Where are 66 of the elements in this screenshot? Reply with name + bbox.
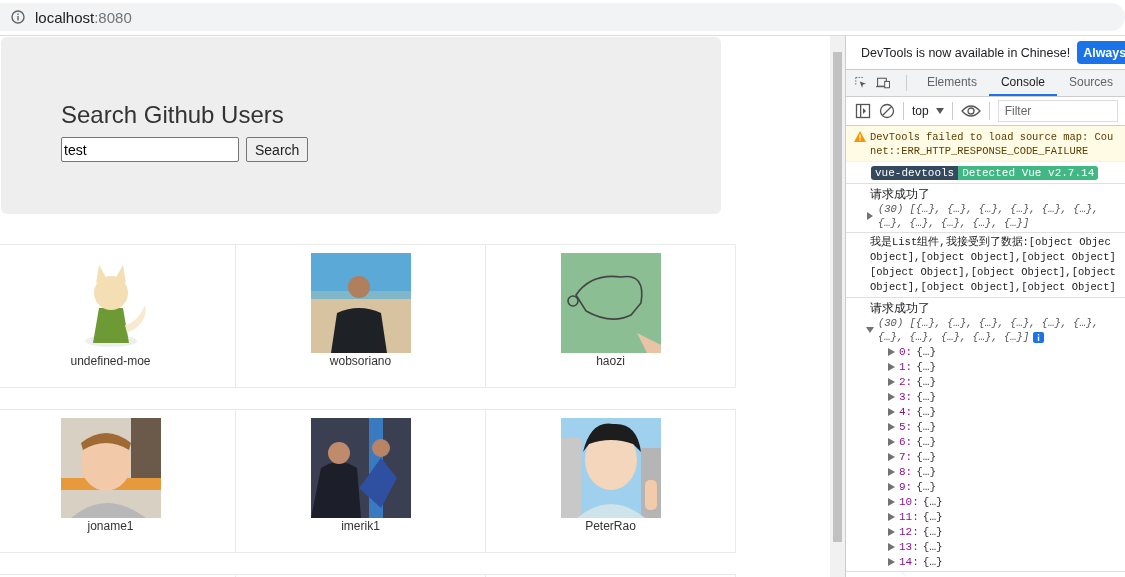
entry-value: {…}: [916, 450, 936, 463]
log-message: 请求成功了: [870, 186, 931, 202]
scrollbar-thumb[interactable]: [833, 52, 842, 542]
log-message: 请求成功了: [870, 300, 931, 316]
entry-value: {…}: [916, 435, 936, 448]
search-field[interactable]: test: [61, 137, 239, 162]
device-icon[interactable]: [875, 75, 890, 91]
entry-key: 7:: [899, 450, 913, 463]
devtools-tab[interactable]: Sources: [1056, 70, 1125, 96]
always-button[interactable]: Always: [1077, 41, 1125, 64]
entry-value: {…}: [916, 480, 936, 493]
caret-icon: [935, 108, 944, 114]
entry-value: {…}: [922, 540, 943, 553]
expand-arrow-icon[interactable]: [866, 326, 874, 334]
page-title: Search Github Users: [61, 101, 285, 129]
entry-key: 4:: [899, 405, 913, 418]
sidebar-icon[interactable]: [855, 103, 871, 119]
entry-key: 2:: [899, 375, 913, 388]
warning-icon: [854, 131, 866, 142]
entry-key: 10:: [899, 495, 919, 508]
console-badge: Detected Vue v2.7.14: [958, 166, 1099, 180]
entry-value: {…}: [922, 510, 943, 523]
entry-key: 14:: [899, 555, 919, 568]
devtools-tab[interactable]: Elements: [914, 70, 989, 96]
console-badge: vue-devtools: [871, 166, 959, 180]
user-login[interactable]: PeterRao: [585, 519, 636, 533]
user-login[interactable]: imerik1: [341, 519, 380, 533]
array-preview[interactable]: (30) [{…}, {…}, {…}, {…}, {…}, {…}, {…}, {…}, {…}, {…}, {…}]: [878, 202, 1099, 230]
eye-icon[interactable]: [960, 104, 981, 118]
entry-value: {…}: [916, 345, 936, 358]
entry-value: {…}: [916, 375, 936, 388]
entry-value: {…}: [916, 465, 936, 478]
entry-key: 13:: [899, 540, 919, 553]
entry-key: 9:: [899, 480, 913, 493]
entry-value: {…}: [922, 555, 943, 568]
user-login[interactable]: undefined-moe: [70, 354, 151, 368]
entry-value: {…}: [916, 405, 936, 418]
devtools-tab[interactable]: Console: [988, 70, 1057, 96]
user-login[interactable]: wobsoriano: [329, 354, 392, 368]
entry-key: 3:: [899, 390, 913, 403]
clear-icon[interactable]: [879, 103, 895, 119]
entry-value: {…}: [916, 360, 936, 373]
notice-text: DevTools is now available in Chinese!: [861, 45, 1071, 60]
info-icon[interactable]: [11, 10, 25, 24]
entry-key: 12:: [899, 525, 919, 538]
url-text[interactable]: localhost:8080: [35, 8, 132, 26]
entry-value: {…}: [916, 390, 936, 403]
log-message: 我是List组件,我接受到了数据:[object Objec Object],[object Object],[object Object] [object Object],[object Object],[object Object],[object Object],[object Object]: [870, 235, 1117, 295]
entry-value: {…}: [922, 495, 943, 508]
entry-key: 5:: [899, 420, 913, 433]
expand-arrow-icon[interactable]: [866, 212, 874, 220]
entry-key: 1:: [899, 360, 913, 373]
entry-key: 8:: [899, 465, 913, 478]
user-login[interactable]: joname1: [87, 519, 134, 533]
warning-message: DevTools failed to load source map: Cou net::ERR_HTTP_RESPONSE_CODE_FAILURE: [870, 130, 1115, 158]
search-button[interactable]: Search: [246, 137, 309, 162]
entry-key: 6:: [899, 435, 913, 448]
entry-value: {…}: [922, 525, 943, 538]
entry-key: 0:: [899, 345, 913, 358]
entry-value: {…}: [916, 420, 936, 433]
context-dropdown[interactable]: top: [912, 104, 944, 118]
array-preview[interactable]: (30) [{…}, {…}, {…}, {…}, {…}, {…}, {…}, {…}, {…}, {…}, {…}]: [878, 316, 1099, 344]
filter-field[interactable]: Filter: [997, 100, 1118, 122]
user-login[interactable]: haozi: [596, 354, 625, 368]
entry-key: 11:: [899, 510, 919, 523]
info-icon: [1033, 331, 1045, 343]
